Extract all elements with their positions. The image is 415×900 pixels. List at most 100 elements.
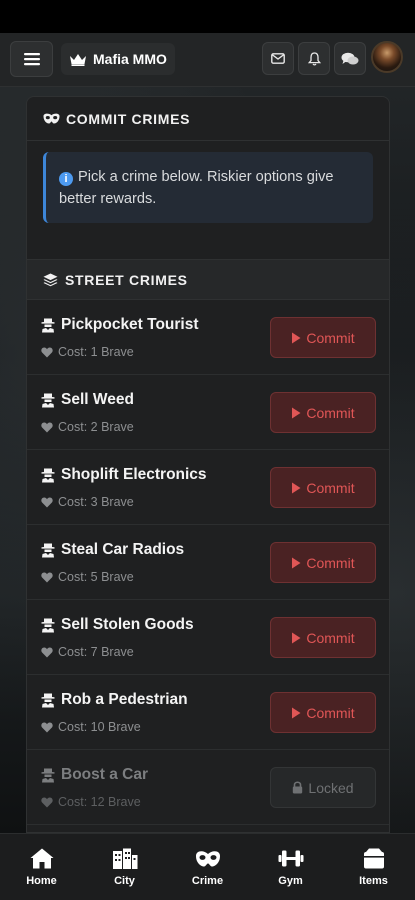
section-title: STREET CRIMES [65, 271, 188, 288]
crime-name-wrap: Pickpocket Tourist [41, 316, 199, 334]
commit-label: Commit [306, 704, 355, 721]
crime-cost: Cost: 2 Brave [58, 420, 134, 434]
crown-icon [70, 53, 86, 66]
crime-name: Rob a Pedestrian [61, 691, 188, 708]
crime-cost-wrap: Cost: 1 Brave [41, 345, 134, 359]
notifications-button[interactable] [298, 42, 330, 75]
crime-row: Sell Stolen Goods Cost: 7 Brave Commit [27, 600, 389, 675]
heart-icon [41, 797, 53, 807]
commit-button[interactable]: Commit [270, 392, 376, 433]
commit-label: Commit [306, 404, 355, 421]
commit-label: Commit [306, 554, 355, 571]
heart-icon [41, 722, 53, 732]
heart-icon [41, 497, 53, 507]
crime-cost-wrap: Cost: 12 Brave [41, 795, 141, 809]
commit-label: Commit [306, 329, 355, 346]
city-icon [112, 848, 137, 869]
crime-cost: Cost: 10 Brave [58, 720, 141, 734]
crime-cost-wrap: Cost: 7 Brave [41, 645, 134, 659]
nav-gym[interactable]: Gym [249, 834, 332, 900]
play-icon [292, 557, 301, 568]
nav-label: Gym [278, 875, 303, 887]
crime-name: Shoplift Electronics [61, 466, 207, 483]
play-icon [292, 632, 301, 643]
commit-button[interactable]: Commit [270, 692, 376, 733]
info-icon: i [59, 172, 73, 186]
brand-logo[interactable]: Mafia MMO [61, 43, 175, 75]
panel-header: COMMIT CRIMES [27, 97, 389, 141]
crime-name: Boost a Car [61, 766, 148, 783]
brand-name: Mafia MMO [93, 51, 167, 67]
crime-row: Steal Car Radios Cost: 5 Brave Commit [27, 525, 389, 600]
nav-crime[interactable]: Crime [166, 834, 249, 900]
crime-cost-wrap: Cost: 2 Brave [41, 420, 134, 434]
commit-label: Commit [306, 629, 355, 646]
crime-cost: Cost: 5 Brave [58, 570, 134, 584]
section-header: STREET CRIMES [27, 259, 389, 300]
gangster-icon [41, 318, 55, 332]
crime-cost: Cost: 12 Brave [58, 795, 141, 809]
commit-button[interactable]: Commit [270, 617, 376, 658]
gangster-icon [41, 768, 55, 782]
crime-row: Rob a Pedestrian Cost: 10 Brave Commit [27, 675, 389, 750]
menu-icon [23, 53, 40, 66]
crime-name-wrap: Sell Stolen Goods [41, 616, 194, 634]
layers-icon [43, 273, 58, 286]
nav-home[interactable]: Home [0, 834, 83, 900]
commit-button[interactable]: Commit [270, 467, 376, 508]
play-icon [292, 407, 301, 418]
crime-name-wrap: Shoplift Electronics [41, 466, 207, 484]
crime-name: Sell Weed [61, 391, 134, 408]
heart-icon [41, 422, 53, 432]
gangster-icon [41, 693, 55, 707]
crime-list: Pickpocket Tourist Cost: 1 Brave Commit … [27, 300, 389, 825]
lock-icon [293, 781, 303, 794]
mask-icon [195, 851, 220, 867]
home-icon [30, 848, 53, 869]
chat-button[interactable] [334, 42, 366, 75]
box-icon [363, 848, 384, 869]
nav-label: Items [359, 875, 388, 887]
crime-cost-wrap: Cost: 10 Brave [41, 720, 141, 734]
avatar[interactable] [371, 41, 403, 73]
panel-title: COMMIT CRIMES [66, 110, 191, 127]
crime-cost-wrap: Cost: 5 Brave [41, 570, 134, 584]
chat-icon [341, 52, 359, 64]
crime-name-wrap: Rob a Pedestrian [41, 691, 188, 709]
dumbbell-icon [278, 850, 303, 867]
locked-button[interactable]: Locked [270, 767, 376, 808]
crime-name: Steal Car Radios [61, 541, 185, 558]
heart-icon [41, 647, 53, 657]
gangster-icon [41, 543, 55, 557]
nav-city[interactable]: City [83, 834, 166, 900]
crime-name: Pickpocket Tourist [61, 316, 199, 333]
crime-cost: Cost: 7 Brave [58, 645, 134, 659]
mask-icon [43, 113, 60, 124]
crime-row: Shoplift Electronics Cost: 3 Brave Commi… [27, 450, 389, 525]
gangster-icon [41, 393, 55, 407]
crime-cost-wrap: Cost: 3 Brave [41, 495, 134, 509]
crime-cost: Cost: 1 Brave [58, 345, 134, 359]
nav-label: Crime [191, 875, 224, 887]
locked-label: Locked [308, 779, 354, 796]
play-icon [292, 332, 301, 343]
commit-button[interactable]: Commit [270, 542, 376, 583]
nav-items[interactable]: Items [332, 834, 415, 900]
gangster-icon [41, 618, 55, 632]
crime-row: Sell Weed Cost: 2 Brave Commit [27, 375, 389, 450]
play-icon [292, 707, 301, 718]
mail-button[interactable] [262, 42, 294, 75]
menu-button[interactable] [10, 41, 53, 77]
crimes-panel: COMMIT CRIMES i Pick a crime below. Riski… [26, 96, 390, 833]
crime-name-wrap: Sell Weed [41, 391, 134, 409]
crime-name-wrap: Steal Car Radios [41, 541, 184, 559]
mail-icon [271, 53, 285, 64]
bottom-nav: Home City Crime Gym Items [0, 833, 415, 900]
info-text: Pick a crime below. Riskier options give… [59, 169, 334, 207]
commit-button[interactable]: Commit [270, 317, 376, 358]
crime-name-wrap: Boost a Car [41, 766, 148, 784]
status-bar [0, 0, 415, 33]
heart-icon [41, 572, 53, 582]
gangster-icon [41, 468, 55, 482]
nav-label: Home [26, 875, 57, 887]
